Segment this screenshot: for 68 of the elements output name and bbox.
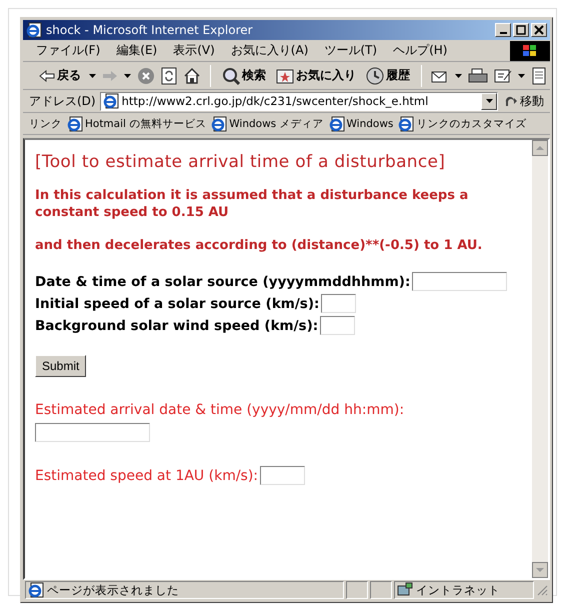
menu-item[interactable]: 表示(V) [166,40,222,61]
input-field[interactable] [412,272,508,291]
menu-item[interactable]: ヘルプ(H) [386,40,454,61]
network-icon [397,582,413,598]
input-field[interactable] [320,316,356,335]
address-field[interactable]: http://www2.crl.go.jp/dk/c231/swcenter/shock_e.html [100,92,498,110]
page-icon [67,116,83,132]
maximize-button[interactable] [513,23,529,37]
caret-icon[interactable] [518,74,525,78]
go-arrow-icon [504,95,518,107]
result-label: Estimated speed at 1AU (km/s): [35,468,258,484]
caret-icon[interactable] [89,74,96,78]
link-item[interactable]: Windows [328,116,394,132]
search-button[interactable]: 検索 [220,64,268,86]
status-text: ページが表示されました [47,582,179,598]
go-button[interactable]: 移動 [502,92,546,110]
refresh-icon[interactable] [161,66,177,84]
result-field[interactable] [35,423,150,442]
link-item[interactable]: リンクのカスタマイズ [398,116,526,132]
caret-icon[interactable] [486,99,492,103]
back-button[interactable]: 戻る [37,65,83,86]
edit-icon[interactable] [494,68,512,84]
search-icon[interactable] [222,66,240,84]
page-icon [28,582,44,598]
close-icon [534,25,544,35]
description-text: and then decelerates according to (distance)**(-0.5) to 1 AU. [35,237,484,254]
page-icon [328,116,344,132]
caret-icon[interactable] [455,74,462,78]
home-icon[interactable] [183,66,201,84]
scroll-up-icon[interactable] [532,140,548,156]
scroll-down-icon[interactable] [532,562,548,578]
field-label: Background solar wind speed (km/s): [35,318,318,334]
link-item[interactable]: Hotmail の無料サービス [67,116,206,132]
result-field[interactable] [260,466,306,485]
links-label: リンク [29,116,62,130]
page-icon [211,116,228,132]
document-icon[interactable] [531,66,547,84]
window-title: shock - Microsoft Internet Explorer [46,23,254,37]
field-label: Date & time of a solar source (yyyymmddhhmm): [35,274,410,290]
page-icon [102,93,119,109]
history-button[interactable]: 履歴 [364,64,412,86]
clock-icon[interactable] [366,66,384,84]
scrollbar[interactable] [532,140,548,578]
field-label: Initial speed of a solar source (km/s): [35,296,320,312]
favorites-button[interactable]: お気に入り [274,65,358,86]
address-label: アドレス(D) [29,92,96,110]
input-field[interactable] [321,294,356,313]
stop-icon[interactable] [137,66,155,84]
minimize-button[interactable] [495,23,511,37]
submit-button[interactable]: Submit [35,355,86,377]
result-label: Estimated arrival date & time (yyyy/mm/dd hh:mm): [35,402,404,418]
description-text: In this calculation it is assumed that a disturbance keeps a constant speed to 0.15 AU [35,187,470,221]
printer-icon[interactable] [468,68,488,84]
page-icon [26,22,42,38]
windows-logo-icon [510,40,550,60]
minimize-icon [500,32,506,34]
back-arrow-icon[interactable] [39,70,55,82]
menu-item[interactable]: 編集(E) [109,40,164,61]
page-heading: [Tool to estimate arrival time of a disturbance] [35,152,446,172]
menu-item[interactable]: お気に入り(A) [224,40,316,61]
maximize-icon [516,25,526,35]
zone-text: イントラネット [416,582,500,598]
caret-icon[interactable] [124,74,131,78]
link-item[interactable]: Windows メディア [211,116,324,132]
menu-item[interactable]: ツール(T) [317,40,384,61]
menu-item[interactable]: ファイル(F) [29,40,108,61]
page-icon [398,116,414,132]
close-button[interactable] [531,23,547,37]
